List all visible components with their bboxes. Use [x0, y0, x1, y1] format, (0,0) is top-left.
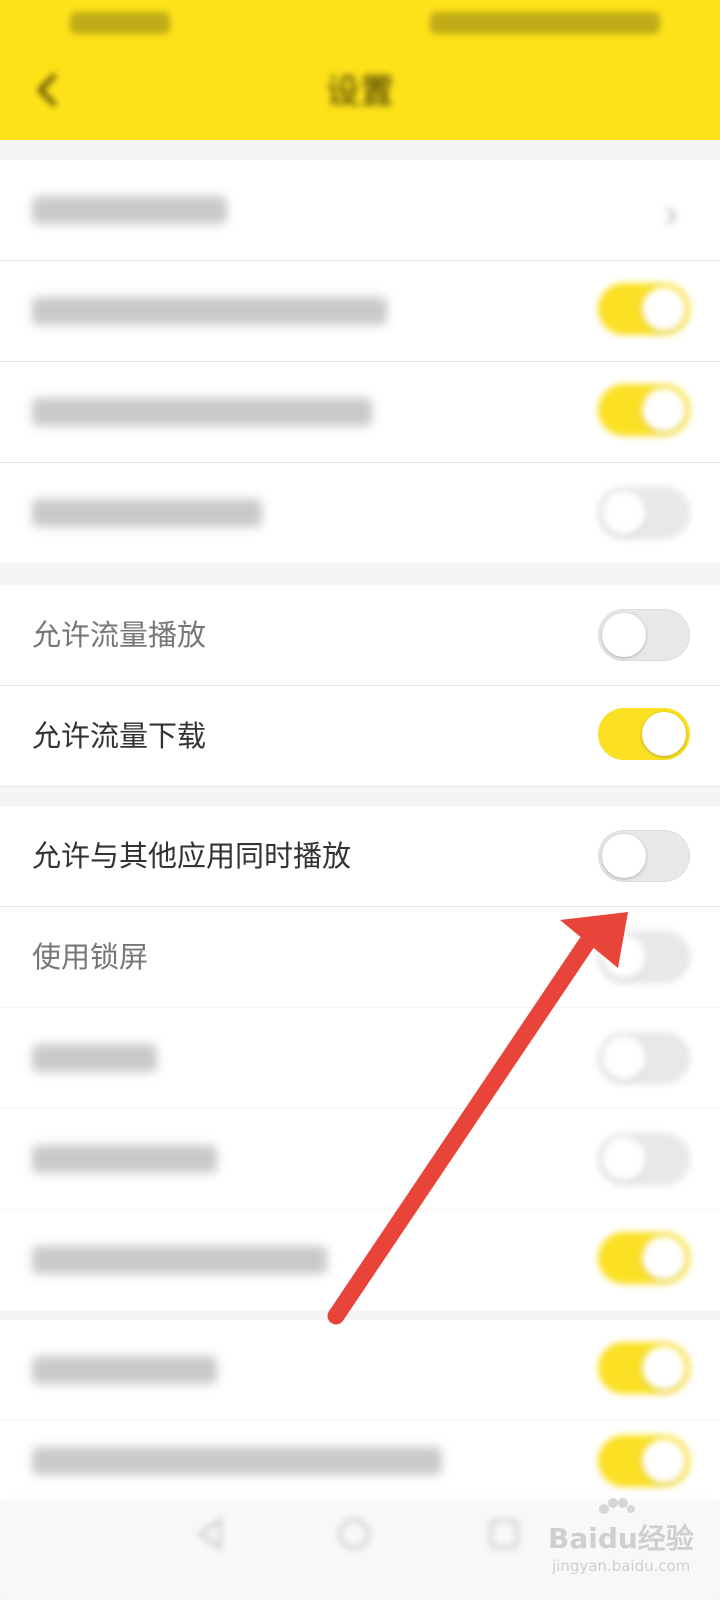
settings-row[interactable]	[0, 1109, 720, 1209]
row-label: 允许流量下载	[32, 719, 207, 753]
toggle-knob	[642, 287, 686, 331]
toggle-switch[interactable]	[598, 1133, 690, 1185]
app-header: 设置	[0, 0, 720, 140]
blurred-label	[32, 196, 227, 224]
toggle-knob	[602, 613, 646, 657]
watermark-brand: Baidu经验	[548, 1522, 694, 1555]
toggle-knob	[642, 1439, 686, 1483]
settings-row[interactable]	[0, 1008, 720, 1108]
settings-row[interactable]	[0, 261, 720, 361]
toggle-switch[interactable]	[598, 384, 690, 436]
settings-row[interactable]	[0, 463, 720, 563]
nav-home-icon[interactable]	[332, 1512, 376, 1556]
toggle-knob	[642, 712, 686, 756]
toggle-switch[interactable]	[598, 1435, 690, 1487]
blurred-label	[32, 297, 387, 325]
blurred-label	[32, 398, 372, 426]
blurred-label	[32, 1246, 327, 1274]
settings-row[interactable]	[0, 362, 720, 462]
toggle-allow-cellular-play[interactable]	[598, 609, 690, 661]
toggle-allow-cellular-download[interactable]	[598, 708, 690, 760]
toggle-knob	[602, 491, 646, 535]
status-icons	[430, 12, 660, 34]
settings-row-use-lock-screen[interactable]: 使用锁屏	[0, 907, 720, 1007]
blurred-label	[32, 1145, 217, 1173]
back-arrow-icon[interactable]	[30, 72, 66, 108]
blurred-label	[32, 1356, 217, 1384]
blurred-label	[32, 499, 262, 527]
baidu-watermark: Baidu经验 jingyan.baidu.com	[548, 1498, 698, 1585]
toggle-allow-mix-playback[interactable]	[598, 830, 690, 882]
toggle-knob	[602, 1036, 646, 1080]
nav-recents-icon[interactable]	[482, 1512, 526, 1556]
toggle-switch[interactable]	[598, 1342, 690, 1394]
carrier-indicator	[70, 12, 170, 34]
settings-row[interactable]	[0, 1210, 720, 1310]
settings-row[interactable]	[0, 1421, 720, 1501]
status-bar	[0, 0, 720, 50]
toggle-switch[interactable]	[598, 487, 690, 539]
divider	[0, 786, 720, 787]
settings-row-allow-cellular-play[interactable]: 允许流量播放	[0, 585, 720, 685]
page-title: 设置	[326, 72, 394, 112]
toggle-use-lock-screen[interactable]	[598, 931, 690, 983]
toggle-switch[interactable]	[598, 1232, 690, 1284]
row-label: 使用锁屏	[32, 940, 149, 974]
settings-row-allow-cellular-download[interactable]: 允许流量下载	[0, 686, 720, 786]
blurred-label	[32, 1447, 442, 1475]
row-label: 允许流量播放	[32, 618, 207, 652]
toggle-switch[interactable]	[598, 283, 690, 335]
toggle-knob	[642, 1346, 686, 1390]
toggle-knob	[602, 1137, 646, 1181]
toggle-knob	[602, 935, 646, 979]
toggle-switch[interactable]	[598, 1032, 690, 1084]
chevron-right-icon	[665, 206, 678, 226]
settings-row[interactable]	[0, 160, 720, 260]
toggle-knob	[642, 388, 686, 432]
watermark-url: jingyan.baidu.com	[552, 1557, 691, 1575]
row-label: 允许与其他应用同时播放	[32, 839, 352, 873]
toggle-knob	[602, 834, 646, 878]
nav-back-icon[interactable]	[188, 1512, 232, 1556]
blurred-label	[32, 1044, 157, 1072]
toggle-knob	[642, 1236, 686, 1280]
settings-row[interactable]	[0, 1320, 720, 1420]
settings-row-allow-mix-playback[interactable]: 允许与其他应用同时播放	[0, 806, 720, 906]
